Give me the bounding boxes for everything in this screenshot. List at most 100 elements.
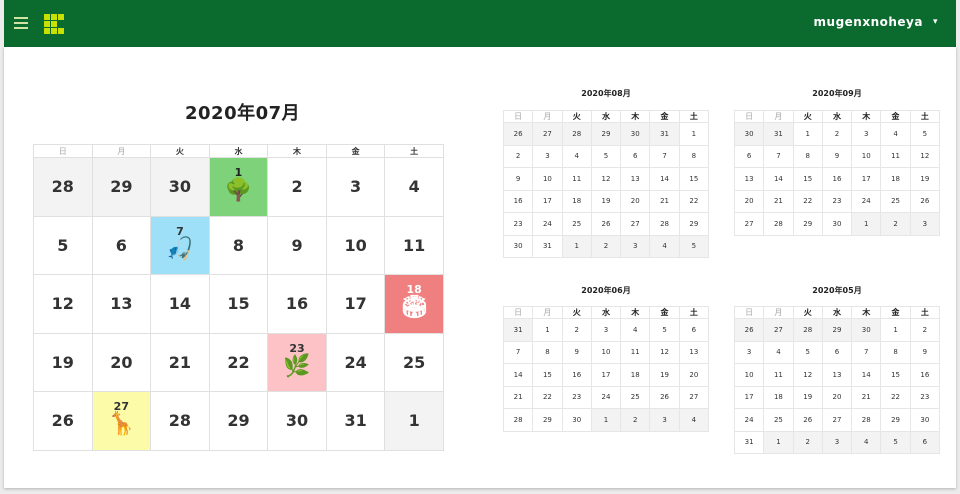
mini-day-cell[interactable]: 1 [792,122,823,146]
day-cell[interactable]: 30 [150,157,210,217]
mini-day-cell[interactable]: 27 [821,408,853,432]
mini-day-cell[interactable]: 12 [649,340,680,364]
mini-day-cell[interactable]: 16 [909,363,941,387]
day-cell[interactable]: 22 [208,332,269,392]
mini-calendar[interactable]: 日月火水木金土 30 31 1 2 3 4 5 6 7 8 9 10 11 12 13 14 15 16 17 18 19… [733,110,941,236]
mini-day-cell[interactable]: 31 [733,430,765,454]
mini-calendar[interactable]: 日月火水木金土 26 27 28 29 30 1 2 3 4 5 6 7 8 9 10 11 12 13 14 15 16… [733,306,941,454]
mini-day-cell[interactable]: 11 [880,144,911,168]
mini-day-cell[interactable]: 8 [532,340,563,364]
mini-day-cell[interactable]: 2 [821,122,853,146]
day-cell[interactable]: 13 [91,274,152,334]
app-logo-icon[interactable] [44,14,64,34]
mini-day-cell[interactable]: 12 [792,363,823,387]
mini-day-cell[interactable]: 29 [821,318,853,342]
mini-day-cell[interactable]: 2 [909,318,941,342]
mini-day-cell[interactable]: 19 [792,385,823,409]
mini-day-cell[interactable]: 9 [909,340,941,364]
day-cell[interactable]: 29 [91,157,152,217]
mini-day-cell[interactable]: 31 [502,318,534,342]
mini-day-cell[interactable]: 6 [821,340,853,364]
mini-day-cell[interactable]: 28 [649,212,680,236]
mini-day-cell[interactable]: 31 [649,122,680,146]
mini-day-cell[interactable]: 6 [733,144,765,168]
mini-day-cell[interactable]: 19 [590,189,622,213]
mini-day-cell[interactable]: 31 [763,122,794,146]
mini-day-cell[interactable]: 23 [909,385,941,409]
mini-day-cell[interactable]: 1 [678,122,710,146]
mini-day-cell[interactable]: 15 [880,363,911,387]
mini-day-cell[interactable]: 24 [733,408,765,432]
mini-day-cell[interactable]: 6 [620,144,651,168]
mini-day-cell[interactable]: 21 [649,189,680,213]
mini-day-cell[interactable]: 14 [649,167,680,191]
day-cell[interactable]: 21 [150,332,210,392]
mini-day-cell[interactable]: 9 [561,340,592,364]
mini-day-cell[interactable]: 23 [821,189,853,213]
event-day-cell[interactable]: 18 🏟 [384,274,444,334]
mini-day-cell[interactable]: 5 [590,144,622,168]
mini-day-cell[interactable]: 12 [909,144,941,168]
mini-day-cell[interactable]: 26 [909,189,941,213]
mini-day-cell[interactable]: 24 [590,385,622,409]
day-cell[interactable]: 15 [208,274,269,334]
mini-day-cell[interactable]: 13 [620,167,651,191]
mini-day-cell[interactable]: 30 [620,122,651,146]
mini-day-cell[interactable]: 26 [590,212,622,236]
mini-day-cell[interactable]: 1 [561,234,592,258]
mini-day-cell[interactable]: 21 [502,385,534,409]
mini-day-cell[interactable]: 28 [502,408,534,432]
day-cell[interactable]: 3 [325,157,386,217]
mini-day-cell[interactable]: 30 [733,122,765,146]
mini-day-cell[interactable]: 30 [851,318,882,342]
mini-day-cell[interactable]: 21 [851,385,882,409]
mini-day-cell[interactable]: 9 [502,167,534,191]
mini-day-cell[interactable]: 25 [620,385,651,409]
day-cell[interactable]: 29 [208,391,269,451]
mini-day-cell[interactable]: 5 [880,430,911,454]
mini-day-cell[interactable]: 3 [532,144,563,168]
mini-day-cell[interactable]: 31 [532,234,563,258]
mini-day-cell[interactable]: 4 [880,122,911,146]
day-cell[interactable]: 5 [33,215,93,275]
mini-day-cell[interactable]: 17 [851,167,882,191]
mini-day-cell[interactable]: 11 [561,167,592,191]
mini-day-cell[interactable]: 4 [678,408,710,432]
mini-day-cell[interactable]: 25 [763,408,794,432]
mini-day-cell[interactable]: 7 [763,144,794,168]
day-cell[interactable]: 31 [325,391,386,451]
mini-day-cell[interactable]: 11 [763,363,794,387]
mini-day-cell[interactable]: 5 [649,318,680,342]
mini-day-cell[interactable]: 18 [620,363,651,387]
mini-day-cell[interactable]: 7 [649,144,680,168]
mini-day-cell[interactable]: 27 [733,212,765,236]
mini-day-cell[interactable]: 14 [763,167,794,191]
mini-day-cell[interactable]: 1 [851,212,882,236]
mini-day-cell[interactable]: 11 [620,340,651,364]
mini-day-cell[interactable]: 17 [590,363,622,387]
menu-icon[interactable] [14,17,28,29]
mini-day-cell[interactable]: 19 [909,167,941,191]
mini-day-cell[interactable]: 4 [763,340,794,364]
mini-day-cell[interactable]: 15 [678,167,710,191]
mini-day-cell[interactable]: 4 [620,318,651,342]
mini-day-cell[interactable]: 23 [561,385,592,409]
mini-day-cell[interactable]: 19 [649,363,680,387]
mini-day-cell[interactable]: 3 [649,408,680,432]
mini-day-cell[interactable]: 14 [502,363,534,387]
day-cell[interactable]: 16 [267,274,327,334]
day-cell[interactable]: 28 [33,157,93,217]
mini-day-cell[interactable]: 10 [733,363,765,387]
mini-day-cell[interactable]: 13 [733,167,765,191]
mini-day-cell[interactable]: 13 [821,363,853,387]
day-cell[interactable]: 10 [325,215,386,275]
mini-day-cell[interactable]: 6 [909,430,941,454]
mini-day-cell[interactable]: 27 [763,318,794,342]
mini-day-cell[interactable]: 3 [851,122,882,146]
mini-day-cell[interactable]: 25 [880,189,911,213]
mini-day-cell[interactable]: 29 [792,212,823,236]
mini-day-cell[interactable]: 3 [733,340,765,364]
mini-day-cell[interactable]: 18 [880,167,911,191]
mini-day-cell[interactable]: 25 [561,212,592,236]
mini-day-cell[interactable]: 7 [502,340,534,364]
